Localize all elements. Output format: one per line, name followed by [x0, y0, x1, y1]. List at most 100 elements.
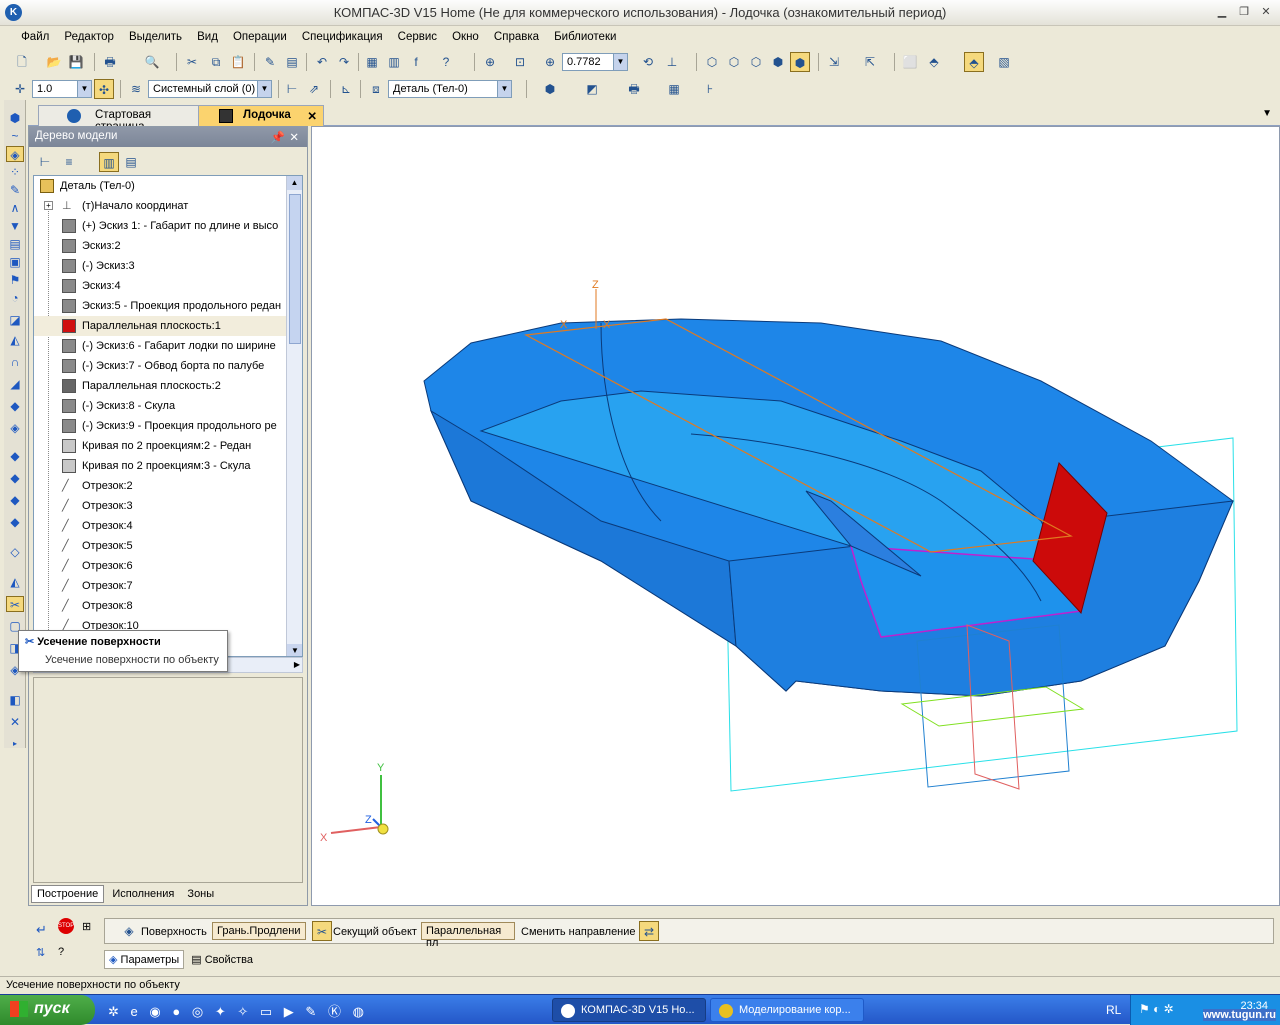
- copy-icon[interactable]: ⧉: [206, 52, 226, 72]
- tools-icon[interactable]: ▧: [994, 52, 1014, 72]
- vars-icon[interactable]: ⇅: [36, 946, 45, 959]
- cs-edit-icon[interactable]: ⇗: [304, 79, 324, 99]
- tree-item[interactable]: Параллельная плоскость:2: [34, 376, 302, 396]
- display-mode-icon[interactable]: ⬢: [540, 79, 560, 99]
- dimension-icon[interactable]: ⊦: [700, 79, 720, 99]
- language-indicator[interactable]: RL: [1106, 1003, 1121, 1017]
- blender-launch-icon[interactable]: ◉: [149, 1004, 160, 1019]
- orient-icon[interactable]: ⊾: [336, 79, 356, 99]
- surface-icon[interactable]: ◈: [119, 921, 139, 941]
- menu-editor[interactable]: Редактор: [58, 28, 120, 46]
- chevron-down-icon[interactable]: ▼: [257, 81, 271, 97]
- tree-item[interactable]: (+) Эскиз 1: - Габарит по длине и высо: [34, 216, 302, 236]
- menu-service[interactable]: Сервис: [392, 28, 443, 46]
- tree-item[interactable]: ╱ Отрезок:6: [34, 556, 302, 576]
- tree-item[interactable]: Кривая по 2 проекциям:2 - Редан: [34, 436, 302, 456]
- redo-icon[interactable]: ↷: [334, 52, 354, 72]
- edit-launch-icon[interactable]: ✎: [305, 1004, 316, 1019]
- zoom-fit-icon[interactable]: ⊡: [510, 52, 530, 72]
- manager-icon[interactable]: ▦: [362, 52, 382, 72]
- tree-item[interactable]: Эскиз:4: [34, 276, 302, 296]
- tree-item[interactable]: (-) Эскиз:6 - Габарит лодки по ширине: [34, 336, 302, 356]
- part-select[interactable]: Деталь (Тел-0) ▼: [388, 80, 512, 98]
- print-setup-icon[interactable]: 🖶: [624, 79, 644, 99]
- expand-icon[interactable]: ▸: [6, 736, 24, 748]
- layer-select[interactable]: Системный слой (0) ▼: [148, 80, 272, 98]
- kinematic-surface-icon[interactable]: ∩: [6, 354, 24, 370]
- tree-mode-icon[interactable]: ▥: [99, 152, 119, 172]
- scroll-thumb[interactable]: [289, 194, 301, 344]
- dynamic-view-icon[interactable]: ⬘: [964, 52, 984, 72]
- grid-surface-icon[interactable]: ◆: [6, 514, 24, 530]
- menu-operations[interactable]: Операции: [227, 28, 293, 46]
- shaded-icon[interactable]: ⬢: [768, 52, 788, 72]
- stop-icon[interactable]: STOP: [58, 918, 74, 934]
- menu-view[interactable]: Вид: [191, 28, 224, 46]
- media-launch-icon[interactable]: ▶: [284, 1004, 294, 1019]
- tree-item[interactable]: (-) Эскиз:8 - Скула: [34, 396, 302, 416]
- undo-icon[interactable]: ↶: [312, 52, 332, 72]
- properties-icon[interactable]: ▤: [282, 52, 302, 72]
- scroll-up-icon[interactable]: ▲: [287, 176, 302, 190]
- tree-item[interactable]: ⊥ + (т)Начало координат: [34, 196, 302, 216]
- open-file-icon[interactable]: 📂: [44, 52, 64, 72]
- point-surface-icon[interactable]: ◆: [6, 492, 24, 508]
- tree-order-icon[interactable]: ≡: [59, 152, 79, 172]
- close-panel-icon[interactable]: ✕: [289, 130, 299, 144]
- patch-icon[interactable]: ◆: [6, 448, 24, 464]
- variables-icon[interactable]: f: [406, 52, 426, 72]
- rotate-icon[interactable]: ⟲: [638, 52, 658, 72]
- tree-item[interactable]: ╱ Отрезок:4: [34, 516, 302, 536]
- tray-icons[interactable]: ⚑ ◐ ✲: [1139, 1002, 1174, 1016]
- restore-icon[interactable]: ❐: [1236, 5, 1252, 19]
- spec-icon[interactable]: ▤: [6, 236, 24, 252]
- spatial-curves-icon[interactable]: ~: [6, 128, 24, 144]
- remove-faces-icon[interactable]: ◧: [6, 692, 24, 708]
- tree-structure-icon[interactable]: ⊢: [35, 152, 55, 172]
- editing-part-icon[interactable]: ⬢: [6, 110, 24, 126]
- measure-tool-icon[interactable]: ∧: [6, 200, 24, 216]
- cutter-field[interactable]: Параллельная пл: [421, 922, 515, 949]
- part-icon[interactable]: ⧈: [366, 79, 386, 99]
- paste-icon[interactable]: 📋: [228, 52, 248, 72]
- tree-item[interactable]: ╱ Отрезок:3: [34, 496, 302, 516]
- start-button[interactable]: пуск: [0, 995, 95, 1025]
- tab-lodochka[interactable]: Лодочка ✕: [198, 105, 324, 126]
- step-select[interactable]: 1.0 ▼: [32, 80, 92, 98]
- tree-item[interactable]: Параллельная плоскость:1: [34, 316, 302, 336]
- map-launch-icon[interactable]: ✧: [237, 1004, 248, 1019]
- expand-node-icon[interactable]: +: [44, 201, 53, 210]
- tree-item[interactable]: Кривая по 2 проекциям:3 - Скула: [34, 456, 302, 476]
- menu-specification[interactable]: Спецификация: [296, 28, 389, 46]
- thin-lines-icon[interactable]: ⬡: [746, 52, 766, 72]
- offset-surface-icon[interactable]: ◆: [6, 398, 24, 414]
- format-icon[interactable]: ✎: [260, 52, 280, 72]
- tab-construction[interactable]: Построение: [31, 885, 105, 903]
- boat-model[interactable]: Z X X Y X Z: [312, 127, 1280, 907]
- chevron-down-icon[interactable]: ▼: [77, 81, 91, 97]
- taskbar-item-kompas[interactable]: КОМПАС-3D V15 Ho...: [552, 998, 706, 1022]
- delete-icon[interactable]: ✕: [6, 714, 24, 730]
- cs-icon[interactable]: ⊢: [282, 79, 302, 99]
- filter-tool-icon[interactable]: ▼: [6, 218, 24, 234]
- tree-scrollbar[interactable]: ▲ ▼: [286, 176, 302, 656]
- firefox-launch-icon[interactable]: ◎: [192, 1004, 203, 1019]
- scroll-right-icon[interactable]: ▶: [294, 660, 300, 669]
- tab-properties[interactable]: ▤ Свойства: [187, 951, 257, 968]
- layer-icon[interactable]: ≋: [126, 79, 146, 99]
- menu-window[interactable]: Окно: [446, 28, 485, 46]
- orientation-icon[interactable]: ⊥: [662, 52, 682, 72]
- autocreate-icon[interactable]: ⊞: [82, 920, 91, 933]
- print-icon[interactable]: 🖶: [100, 52, 120, 72]
- menu-file[interactable]: Файл: [15, 28, 55, 46]
- tree-root[interactable]: Деталь (Тел-0): [34, 176, 302, 196]
- preview-icon[interactable]: 🔍: [142, 52, 162, 72]
- extrude-surface-icon[interactable]: ◪: [6, 312, 24, 328]
- kompas2-launch-icon[interactable]: Ⓚ: [328, 1004, 341, 1019]
- surface-field[interactable]: Грань.Продлени: [212, 922, 306, 940]
- save-icon[interactable]: 💾: [66, 52, 86, 72]
- tree-item[interactable]: (-) Эскиз:7 - Обвод борта по палубе: [34, 356, 302, 376]
- ie-launch-icon[interactable]: e: [131, 1004, 138, 1019]
- zoom-select[interactable]: 0.7782 ▼: [562, 53, 628, 71]
- tree-item[interactable]: ╱ Отрезок:5: [34, 536, 302, 556]
